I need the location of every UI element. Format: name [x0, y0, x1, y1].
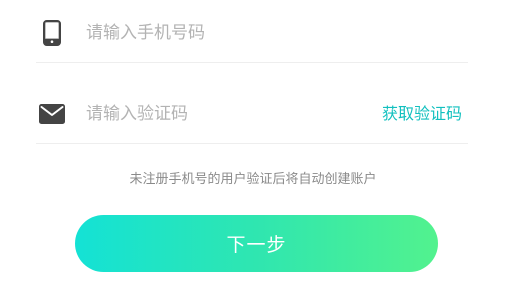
code-row: 获取验证码	[36, 84, 468, 144]
next-button[interactable]: 下一步	[75, 215, 438, 272]
phone-input[interactable]	[86, 3, 366, 63]
divider	[36, 143, 468, 144]
divider	[36, 62, 468, 63]
phone-icon	[36, 3, 68, 63]
phone-row	[36, 3, 468, 63]
verification-code-input[interactable]	[86, 84, 366, 144]
mail-icon	[36, 84, 68, 144]
get-code-button[interactable]: 获取验证码	[382, 84, 462, 144]
registration-hint: 未注册手机号的用户验证后将自动创建账户	[129, 172, 377, 187]
